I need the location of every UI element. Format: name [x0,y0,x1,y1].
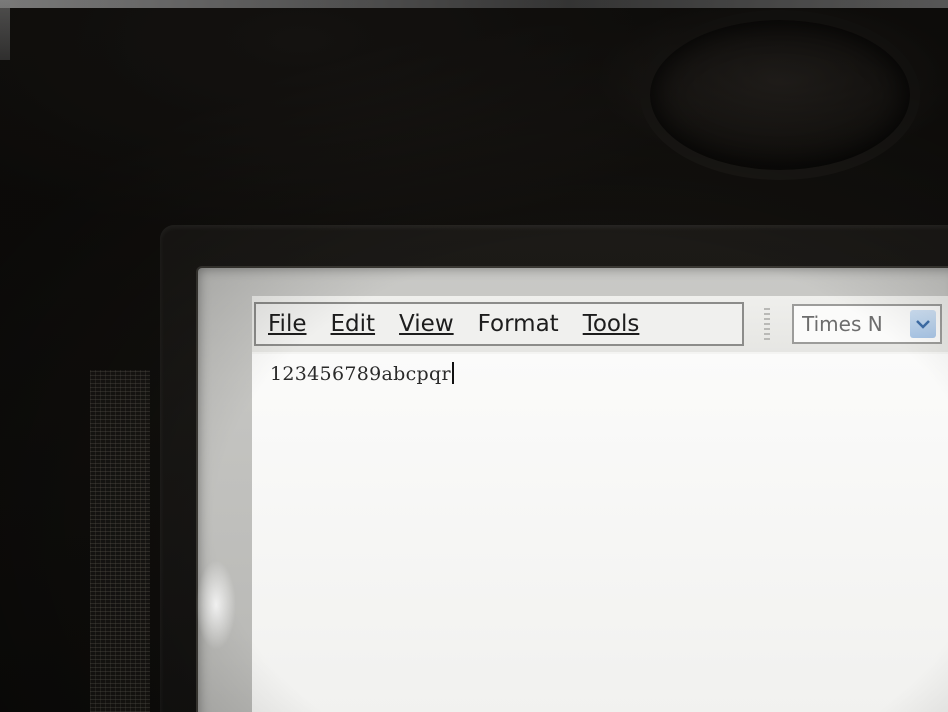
toolbar-grip [764,308,770,342]
menu-format-label: Format [477,311,559,337]
menu-view[interactable]: View [399,311,454,337]
text-editor-app: File Edit View Format Tools Times N 1234… [252,296,948,712]
document-text: 123456789abcpqr [270,363,451,385]
document-text-line: 123456789abcpqr [270,362,454,385]
menu-view-label: View [399,311,454,337]
font-family-select[interactable]: Times N [792,304,942,344]
screen-glare [196,560,236,650]
font-family-value: Times N [802,312,883,336]
photo-scene: File Edit View Format Tools Times N 1234… [0,0,948,712]
menu-edit[interactable]: Edit [331,311,376,337]
toolbar: File Edit View Format Tools Times N [252,296,948,352]
menu-format[interactable]: Format [478,311,559,337]
text-caret [451,362,454,384]
chevron-down-icon[interactable] [910,310,936,338]
left-glare [0,0,10,60]
menu-bar: File Edit View Format Tools [254,302,744,346]
document-area[interactable]: 123456789abcpqr [252,354,948,712]
menu-tools[interactable]: Tools [583,311,640,337]
menu-edit-label: Edit [330,311,376,337]
menu-tools-label: Tools [582,311,640,337]
menu-file-label: File [268,311,307,337]
chevron-down-icon-glyph [916,320,930,329]
device-ring [640,10,920,180]
speaker-grille [90,370,150,712]
menu-file[interactable]: File [268,311,307,337]
top-glare [0,0,948,8]
